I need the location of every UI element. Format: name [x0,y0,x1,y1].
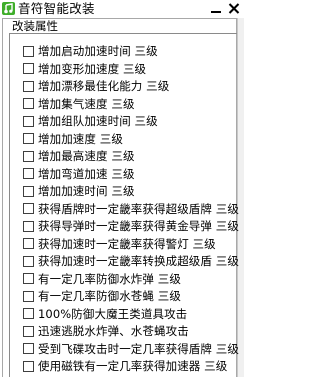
option-checkbox[interactable] [23,203,34,214]
option-checkbox[interactable] [23,63,34,74]
option-label: 100%防御大魔王类道具攻击 [38,306,188,321]
option-item[interactable]: 使用磁铁有一定几率获得加速器 三级 [23,358,227,374]
group-label: 改装属性 [12,19,58,33]
option-item[interactable]: 迅速逃脱水炸弹、水苍蝇攻击 [23,323,189,339]
option-item[interactable]: 获得加速时一定畿率转换成超级盾 三级 [23,253,239,269]
minimize-icon[interactable] [210,3,222,14]
option-label: 增加组队加速时间 三级 [38,114,158,128]
option-checkbox[interactable] [23,220,34,232]
option-checkbox[interactable] [23,185,34,197]
option-item[interactable]: 增加漂移最佳化能力 三级 [23,78,169,94]
close-icon[interactable] [228,3,240,14]
option-label: 使用磁铁有一定几率获得加速器 三级 [38,359,228,373]
option-label: 增加加速时间 三级 [38,184,135,198]
scrollbar[interactable] [237,18,244,377]
option-item[interactable]: 增加组队加速时间 三级 [23,113,158,129]
option-label: 增加启动加速时间 三级 [38,44,158,58]
option-checkbox[interactable] [23,115,34,127]
option-item[interactable]: 增加弯道加速 三级 [23,166,135,182]
option-checkbox[interactable] [23,343,34,354]
option-item[interactable]: 获得导弹时一定畿率获得黄金导弹 三级 [23,218,239,234]
option-checkbox[interactable] [23,133,34,144]
option-label: 受到飞碟攻击时一定几率获得盾牌 三级 [38,341,239,356]
option-checkbox[interactable] [23,290,34,302]
option-checkbox[interactable] [23,98,34,109]
option-item[interactable]: 有一定几率防御水炸弹 三级 [23,271,181,287]
option-item[interactable]: 获得盾牌时一定畿率获得超级盾牌 三级 [23,201,239,217]
option-checkbox[interactable] [23,168,34,179]
option-item[interactable]: 100%防御大魔王类道具攻击 [23,306,187,322]
app-title: 音符智能改装 [18,1,95,16]
option-item[interactable]: 有一定几率防御水苍蝇 三级 [23,288,181,304]
option-item[interactable]: 增加加速度 三级 [23,131,123,147]
option-label: 获得加速时一定畿率获得警灯 三级 [38,236,216,251]
option-item[interactable]: 增加启动加速时间 三级 [23,43,158,59]
option-label: 获得加速时一定畿率转换成超级盾 三级 [38,254,239,268]
option-checkbox[interactable] [23,273,34,284]
option-label: 增加最高速度 三级 [38,149,135,163]
option-item[interactable]: 受到飞碟攻击时一定几率获得盾牌 三级 [23,341,239,357]
option-checkbox[interactable] [23,308,34,319]
music-note-icon [2,2,15,15]
option-label: 增加集气速度 三级 [38,96,135,111]
option-label: 增加加速度 三级 [38,131,123,146]
option-item[interactable]: 增加最高速度 三级 [23,148,135,164]
option-label: 增加弯道加速 三级 [38,166,135,181]
option-label: 有一定几率防御水苍蝇 三级 [38,289,181,303]
option-checkbox[interactable] [23,150,34,162]
option-label: 获得导弹时一定畿率获得黄金导弹 三级 [38,219,239,233]
option-item[interactable]: 增加变形加速度 三级 [23,61,146,77]
option-label: 增加漂移最佳化能力 三级 [38,79,170,93]
option-label: 有一定几率防御水炸弹 三级 [38,271,181,286]
option-checkbox[interactable] [23,45,34,57]
option-checkbox[interactable] [23,238,34,249]
option-label: 获得盾牌时一定畿率获得超级盾牌 三级 [38,201,239,216]
title-bar: 音符智能改装 [0,0,244,17]
option-item[interactable]: 增加加速时间 三级 [23,183,135,199]
option-checkbox[interactable] [23,360,34,372]
option-item[interactable]: 增加集气速度 三级 [23,96,135,112]
option-checkbox[interactable] [23,325,34,337]
option-checkbox[interactable] [23,80,34,92]
option-checkbox[interactable] [23,255,34,267]
option-item[interactable]: 获得加速时一定畿率获得警灯 三级 [23,236,216,252]
option-label: 迅速逃脱水炸弹、水苍蝇攻击 [38,324,189,338]
option-label: 增加变形加速度 三级 [38,61,147,76]
